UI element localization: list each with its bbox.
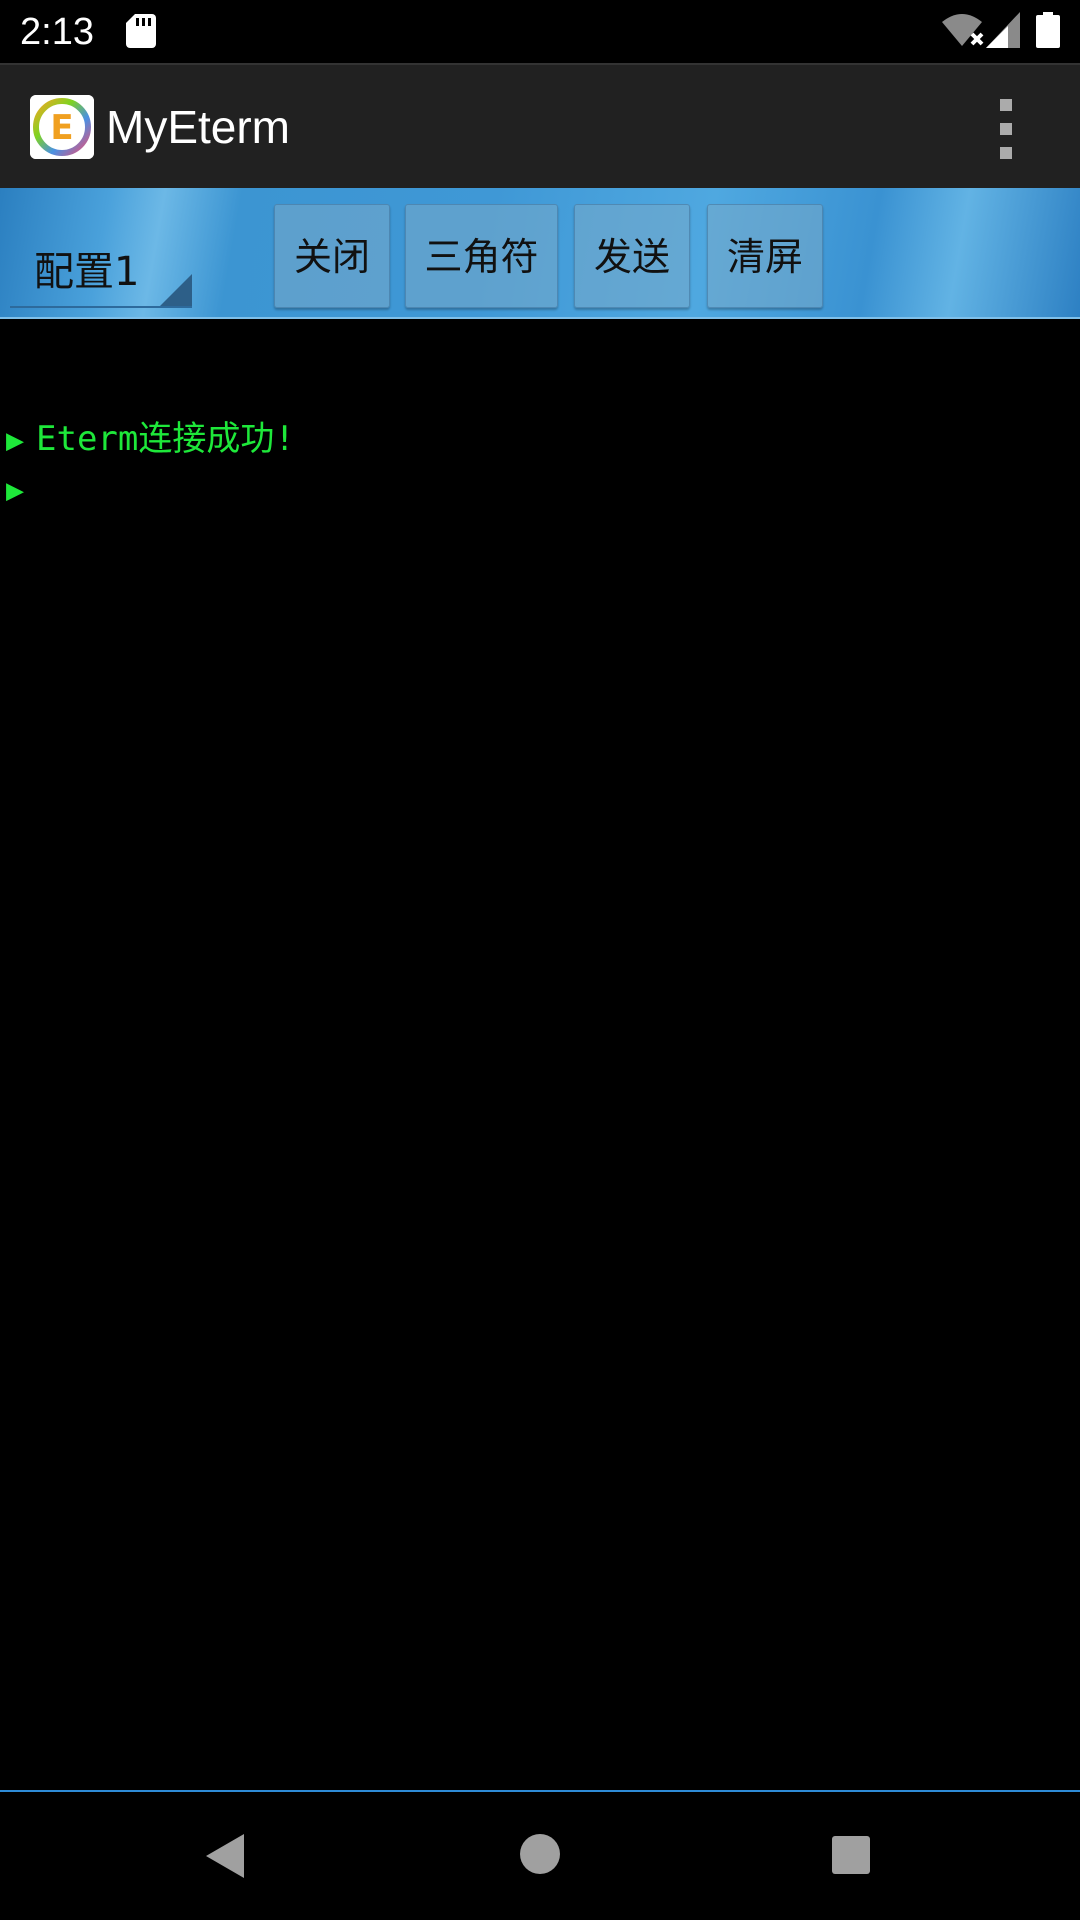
status-time: 2:13 bbox=[20, 11, 94, 53]
config-selected-label: 配置1 bbox=[34, 249, 140, 295]
app-logo-icon: E bbox=[30, 95, 94, 159]
prompt-arrow-icon: ▶ bbox=[6, 423, 25, 458]
send-button[interactable]: 发送 bbox=[574, 204, 690, 308]
cell-signal-icon bbox=[986, 12, 1020, 48]
home-icon[interactable] bbox=[520, 1834, 560, 1874]
clear-screen-button[interactable]: 清屏 bbox=[707, 204, 823, 308]
more-vert-icon[interactable] bbox=[988, 99, 1024, 159]
wifi-no-internet-icon bbox=[942, 14, 984, 46]
screen: 2:13 E MyEterm 配置1 关闭 三角符 发送 清屏 ▶ Eterm连… bbox=[0, 0, 1080, 1920]
app-bar: E MyEterm bbox=[0, 63, 1080, 188]
terminal-line: ▶ bbox=[6, 465, 36, 513]
recents-icon[interactable] bbox=[832, 1836, 870, 1874]
terminal-line-text: Eterm连接成功! bbox=[36, 419, 295, 459]
config-spinner[interactable]: 配置1 bbox=[10, 238, 192, 308]
svg-text:E: E bbox=[50, 108, 73, 148]
close-button[interactable]: 关闭 bbox=[274, 204, 390, 308]
sd-card-icon bbox=[126, 14, 156, 48]
status-bar: 2:13 bbox=[0, 0, 1080, 63]
triangle-symbol-button[interactable]: 三角符 bbox=[405, 204, 558, 308]
dropdown-triangle-icon bbox=[160, 274, 192, 306]
terminal-output[interactable]: ▶ Eterm连接成功! ▶ bbox=[0, 321, 1080, 1790]
app-title: MyEterm bbox=[106, 101, 290, 153]
back-icon[interactable] bbox=[204, 1832, 248, 1880]
terminal-line: ▶ Eterm连接成功! bbox=[6, 415, 295, 463]
toolbar: 配置1 关闭 三角符 发送 清屏 bbox=[0, 188, 1080, 319]
prompt-arrow-icon: ▶ bbox=[6, 473, 25, 508]
battery-icon bbox=[1036, 12, 1060, 48]
nav-bar bbox=[0, 1792, 1080, 1920]
